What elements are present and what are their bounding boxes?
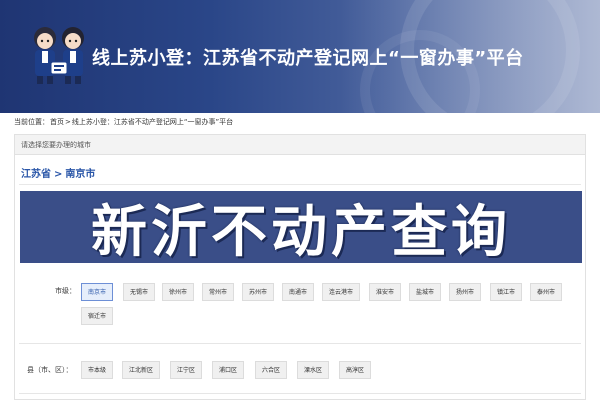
county-chip-city-level[interactable]: 市本级 [81, 361, 114, 379]
city-chip-huaian[interactable]: 淮安市 [369, 283, 402, 301]
city-chip-nanjing[interactable]: 南京市 [81, 283, 114, 301]
city-chip-taizhou[interactable]: 泰州市 [530, 283, 563, 301]
city-chip-yangzhou[interactable]: 扬州市 [449, 283, 482, 301]
county-chip-liuhe[interactable]: 六合区 [255, 361, 288, 379]
breadcrumb: 当前位置：首页>线上苏小登：江苏省不动产登记网上“一窗办事”平台 [14, 116, 234, 128]
city-chip-suqian[interactable]: 宿迁市 [81, 307, 114, 325]
county-chip-lishui[interactable]: 溧水区 [297, 361, 330, 379]
county-chip-gaochun[interactable]: 高淳区 [339, 361, 372, 379]
breadcrumb-prefix: 当前位置： [14, 118, 49, 126]
divider [19, 393, 581, 394]
county-chip-jiangning[interactable]: 江宁区 [170, 361, 203, 379]
city-chip-yancheng[interactable]: 盐城市 [409, 283, 442, 301]
county-level-label: 县（市、区）： [27, 366, 73, 374]
path-separator: > [54, 169, 63, 180]
site-title: 线上苏小登：江苏省不动产登记网上“一窗办事”平台 [92, 48, 524, 69]
city-chip-suzhou[interactable]: 苏州市 [242, 283, 275, 301]
header-banner: 线上苏小登：江苏省不动产登记网上“一窗办事”平台 [0, 0, 600, 113]
city-chip-nantong[interactable]: 南通市 [282, 283, 315, 301]
overlay-banner: 新沂不动产查询 [18, 189, 584, 265]
divider [19, 343, 581, 344]
province-link[interactable]: 江苏省 [21, 169, 51, 180]
overlay-heading: 新沂不动产查询 [91, 199, 511, 265]
city-chip-wuxi[interactable]: 无锡市 [123, 283, 156, 301]
breadcrumb-separator: > [65, 118, 71, 126]
city-selection-panel: 请选择您要办理的城市 江苏省 > 南京市 新沂不动产查询 市级： 南京市 无锡市 徐… [14, 134, 586, 400]
city-chip-changzhou[interactable]: 常州市 [202, 283, 235, 301]
mascot-logo-icon [34, 27, 84, 84]
panel-header: 请选择您要办理的城市 [15, 135, 585, 155]
breadcrumb-home-link[interactable]: 首页 [50, 118, 64, 126]
city-chip-zhenjiang[interactable]: 镇江市 [490, 283, 523, 301]
breadcrumb-current: 线上苏小登：江苏省不动产登记网上“一窗办事”平台 [71, 118, 234, 126]
city-chip-xuzhou[interactable]: 徐州市 [162, 283, 195, 301]
selected-city-path: 江苏省 > 南京市 [21, 165, 95, 180]
city-chip-lianyungang[interactable]: 连云港市 [322, 283, 361, 301]
city-level-label: 市级： [55, 287, 76, 295]
city-name: 南京市 [65, 169, 96, 180]
divider [19, 184, 581, 185]
county-chip-pukou[interactable]: 浦口区 [212, 361, 245, 379]
county-chip-jiangbei[interactable]: 江北新区 [122, 361, 161, 379]
